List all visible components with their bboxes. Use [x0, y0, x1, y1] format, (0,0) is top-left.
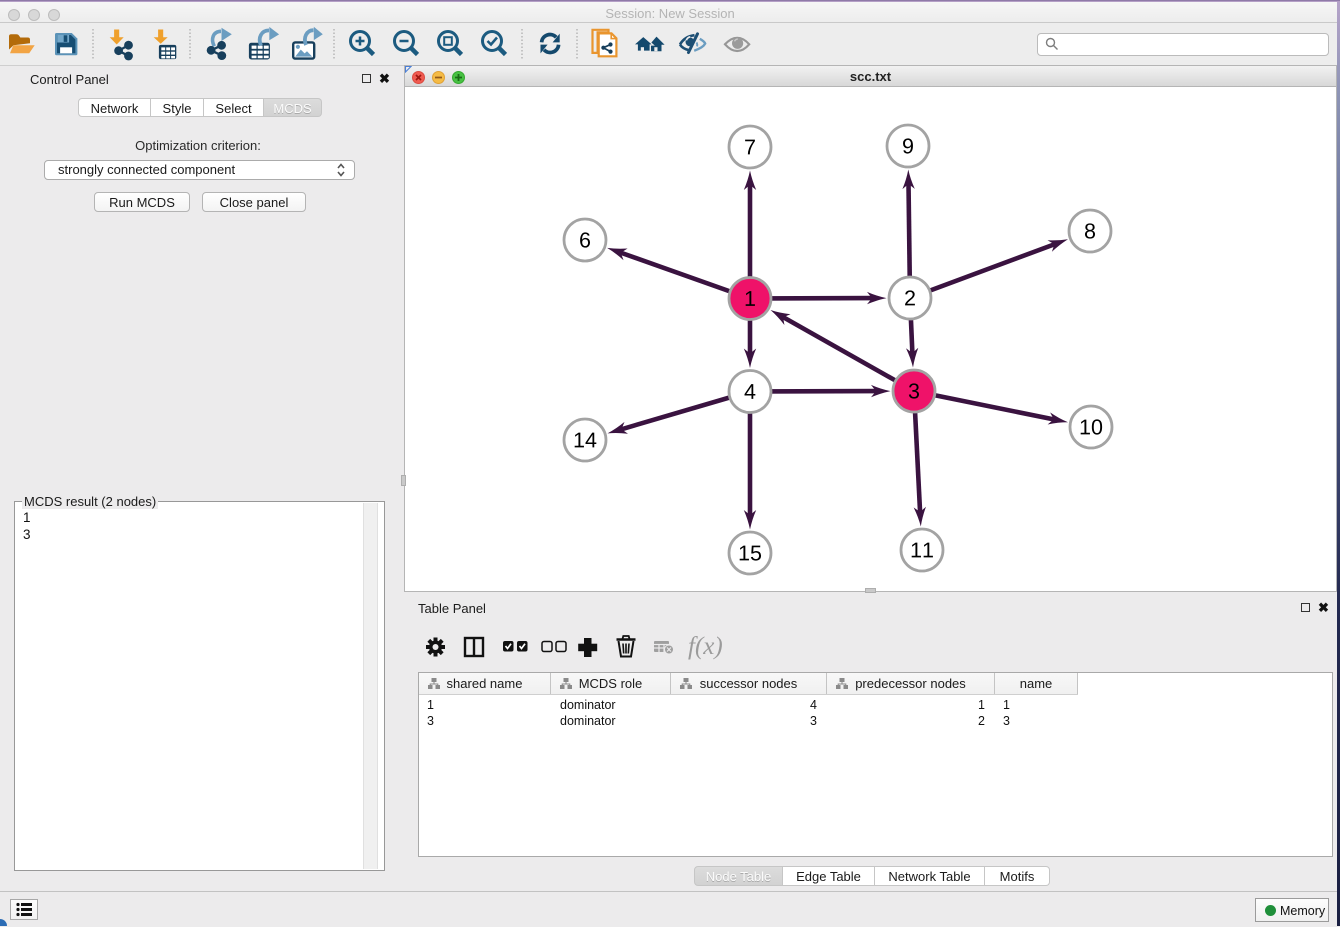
- svg-text:f(x): f(x): [688, 633, 723, 660]
